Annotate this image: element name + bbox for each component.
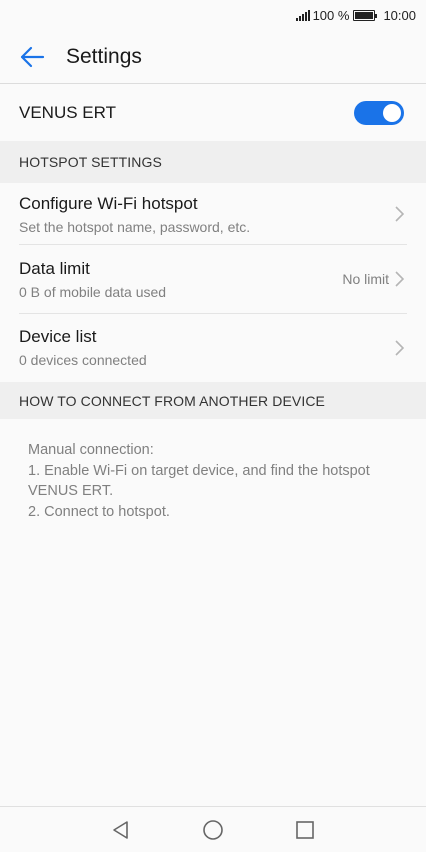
item-subtitle: Set the hotspot name, password, etc.	[19, 218, 251, 235]
clock: 10:00	[383, 7, 416, 23]
hotspot-toggle-row[interactable]: VENUS ERT	[0, 85, 426, 141]
list-item-device-list[interactable]: Device list 0 devices connected	[0, 314, 426, 381]
status-bar: 100 % 10:00	[0, 0, 426, 30]
square-recents-icon	[296, 820, 314, 839]
section-header-how-to-connect: HOW TO CONNECT FROM ANOTHER DEVICE	[0, 382, 426, 419]
item-subtitle: 0 B of mobile data used	[19, 283, 167, 300]
data-limit-value: No limit	[342, 271, 389, 287]
triangle-back-icon	[113, 820, 128, 839]
list-item-data-limit[interactable]: Data limit 0 B of mobile data used No li…	[0, 245, 426, 313]
chevron-right-icon	[395, 339, 404, 356]
chevron-right-icon	[395, 271, 404, 287]
signal-icon	[295, 9, 310, 21]
app-bar: Settings	[0, 30, 426, 84]
nav-home-button[interactable]	[201, 818, 225, 842]
instruction-line: 2. Connect to hotspot.	[28, 503, 170, 520]
chevron-right-icon	[395, 206, 404, 222]
navigation-bar	[0, 806, 426, 852]
section-header-hotspot-settings: HOTSPOT SETTINGS	[0, 141, 426, 183]
hotspot-switch[interactable]	[354, 101, 404, 125]
hotspot-name: VENUS ERT	[19, 103, 116, 122]
nav-back-button[interactable]	[109, 818, 133, 842]
item-subtitle: 0 devices connected	[19, 352, 147, 368]
back-button[interactable]	[0, 30, 66, 84]
nav-recents-button[interactable]	[293, 818, 317, 842]
battery-icon	[353, 9, 378, 21]
instruction-line: Manual connection:	[28, 442, 154, 458]
list-item-configure-hotspot[interactable]: Configure Wi-Fi hotspot Set the hotspot …	[0, 183, 426, 245]
instruction-line: 1. Enable Wi-Fi on target device, and fi…	[28, 462, 370, 500]
item-title: Data limit	[19, 258, 90, 278]
connection-instructions: Manual connection: 1. Enable Wi-Fi on ta…	[28, 440, 408, 522]
item-title: Device list	[19, 327, 97, 346]
battery-percent: 100 %	[312, 7, 350, 23]
item-title: Configure Wi-Fi hotspot	[19, 193, 198, 213]
circle-home-icon	[203, 819, 223, 840]
arrow-left-icon	[20, 46, 45, 67]
page-title: Settings	[66, 44, 142, 68]
